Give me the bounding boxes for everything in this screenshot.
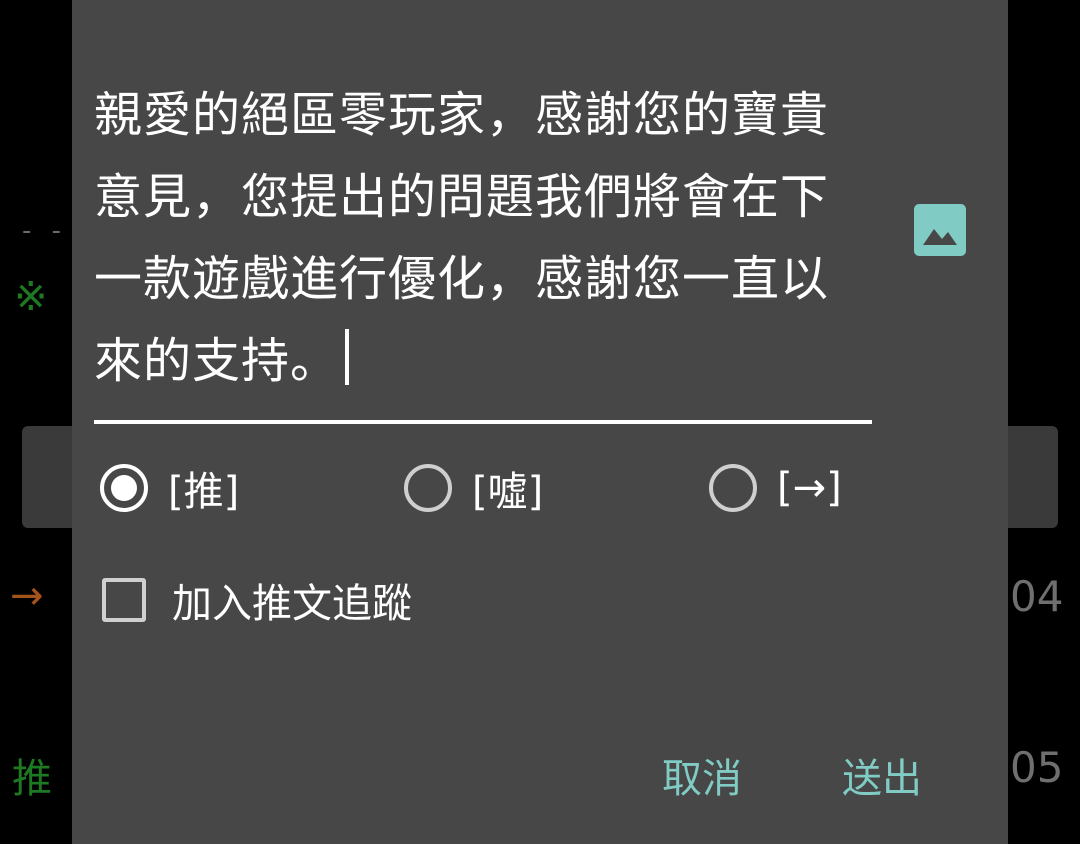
checkbox-box [102,578,146,622]
image-icon [914,204,966,256]
radio-dot [111,475,137,501]
radio-arrow[interactable]: [→] [709,458,842,518]
comment-type-radio-group: [推] [噓] [→] [100,458,980,518]
background-reference-mark: ※ [14,274,48,320]
comment-input[interactable]: 親愛的絕區零玩家，感謝您的寶貴意見，您提出的問題我們將會在下一款遊戲進行優化，感… [94,74,872,424]
radio-boo-label: [噓] [472,469,544,515]
radio-arrow-label: [→] [777,465,842,511]
follow-comment-checkbox[interactable]: 加入推文追蹤 [102,574,412,627]
insert-image-button[interactable] [914,204,966,256]
send-button[interactable]: 送出 [842,742,922,808]
cancel-button[interactable]: 取消 [662,742,742,808]
background-arrow-tag: → [10,573,44,619]
radio-circle [100,464,148,512]
radio-push-label: [推] [168,469,240,515]
background-dash: - - [22,216,68,246]
background-floor-number: 05 [1010,743,1064,792]
comment-dialog: 親愛的絕區零玩家，感謝您的寶貴意見，您提出的問題我們將會在下一款遊戲進行優化，感… [72,0,1008,844]
radio-push[interactable]: [推] [100,458,239,518]
radio-boo[interactable]: [噓] [404,458,543,518]
follow-comment-label: 加入推文追蹤 [172,581,412,627]
background-floor-number: 04 [1010,572,1064,621]
comment-input-text: 親愛的絕區零玩家，感謝您的寶貴意見，您提出的問題我們將會在下一款遊戲進行優化，感… [94,87,830,389]
radio-circle [404,464,452,512]
text-caret [345,329,350,385]
screen: - - ※ → 推 04 05 親愛的絕區零玩家，感謝您的寶貴意見，您提出的問題… [0,0,1080,844]
background-push-tag: 推 [12,756,52,802]
radio-circle [709,464,757,512]
